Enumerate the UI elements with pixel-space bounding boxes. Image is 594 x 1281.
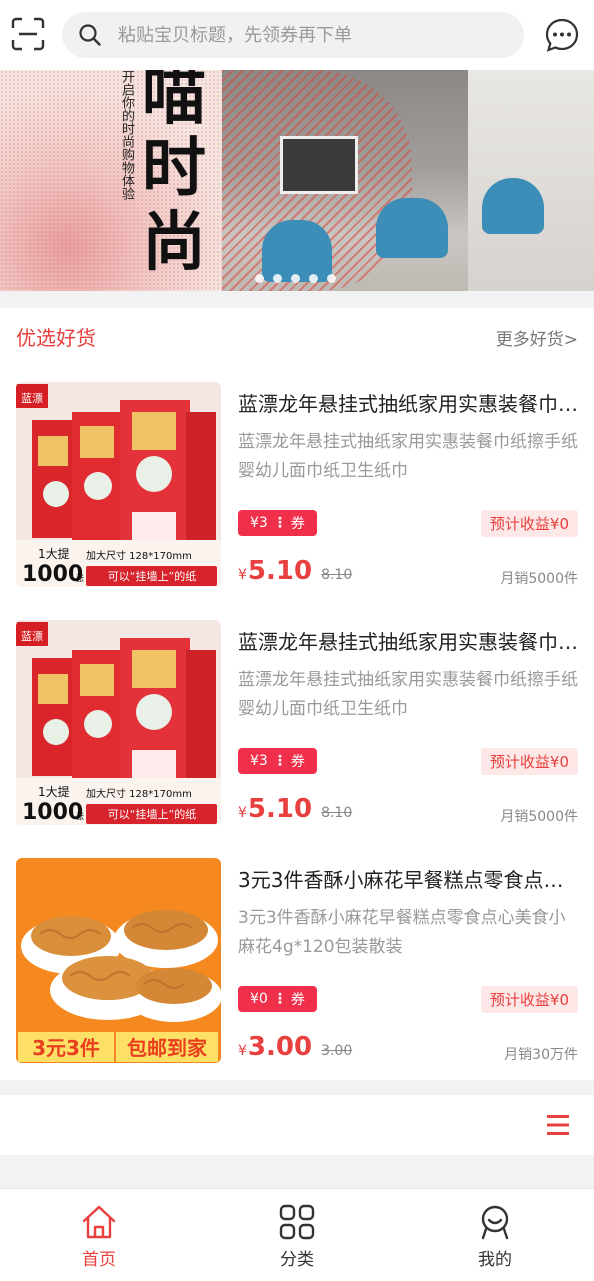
product-card[interactable]: 蓝漂 1大提 1000 张 加大尺寸 128*170mm 可以“挂墙上”的纸 蓝… (0, 604, 594, 842)
earning-badge: 预计收益¥0 (480, 748, 578, 775)
banner-slogan: 开启你的时尚购物体验 (119, 70, 134, 200)
carousel-dot[interactable] (291, 274, 300, 283)
thumb-slogan: 可以“挂墙上”的纸 (108, 807, 196, 821)
monthly-sales: 月销5000件 (500, 571, 578, 587)
coupon-value: ¥3 (250, 753, 268, 769)
coupon-label: 券 (290, 754, 305, 770)
banner-chair (262, 220, 332, 282)
search-bar[interactable] (62, 12, 524, 58)
product-card[interactable]: 蓝漂 1大提 1000 张 加大尺寸 128*170mm 可以“挂墙上”的纸 蓝… (0, 366, 594, 604)
thumb-count-top: 1大提 (38, 546, 70, 561)
earning-badge: 预计收益¥0 (480, 986, 578, 1013)
price: ¥ 3.00 3.00 (238, 1032, 352, 1062)
thumb-count-unit: 张 (76, 812, 84, 821)
coupon-badge[interactable]: ¥3 ⋮ 券 (238, 510, 317, 536)
section-title: 优选好货 (16, 326, 96, 350)
coupon-value: ¥0 (250, 991, 268, 1007)
product-name[interactable]: 3元3件香酥小麻花早餐糕点零食点心美食小麻花4g*120包装散装 (238, 864, 578, 893)
product-desc: 蓝漂龙年悬挂式抽纸家用实惠装餐巾纸擦手纸婴幼儿面巾纸卫生纸巾 (238, 670, 578, 719)
tab-category-label: 分类 (280, 1250, 314, 1270)
carousel-dot[interactable] (309, 274, 318, 283)
product-image[interactable]: 蓝漂 1大提 1000 张 加大尺寸 128*170mm 可以“挂墙上”的纸 (16, 620, 221, 825)
tab-category[interactable]: 分类 (198, 1189, 396, 1281)
coupon-badge[interactable]: ¥3 ⋮ 券 (238, 748, 317, 774)
message-icon[interactable] (544, 17, 580, 53)
thumb-brand: 蓝漂 (21, 630, 43, 643)
home-icon (82, 1205, 116, 1239)
product-image[interactable]: 3元3件 包邮到家 (16, 858, 221, 1063)
thumb-size: 加大尺寸 128*170mm (86, 549, 192, 562)
product-desc: 蓝漂龙年悬挂式抽纸家用实惠装餐巾纸擦手纸婴幼儿面巾纸卫生纸巾 (238, 432, 578, 481)
thumb-count: 1000 (22, 562, 83, 587)
category-icon (279, 1204, 315, 1240)
tab-home-label: 首页 (82, 1250, 116, 1270)
carousel-dot[interactable] (273, 274, 282, 283)
banner-window (468, 70, 594, 291)
product-name[interactable]: 蓝漂龙年悬挂式抽纸家用实惠装餐巾纸擦手纸婴幼儿面巾纸卫生纸巾 (238, 626, 578, 655)
banner-chair (376, 198, 448, 258)
currency-symbol: ¥ (238, 805, 247, 821)
banner-tv (280, 136, 358, 194)
thumb-banner-a: 3元3件 (32, 1036, 100, 1060)
promo-banner[interactable]: 开启你的时尚购物体验 喵 时 尚 (0, 70, 594, 291)
thumb-size: 加大尺寸 128*170mm (86, 787, 192, 800)
thumb-banner-b: 包邮到家 (127, 1036, 208, 1060)
coupon-label: 券 (290, 516, 305, 532)
banner-title-char: 喵 (142, 70, 206, 134)
price: ¥ 5.10 8.10 (238, 794, 352, 824)
thumb-count: 1000 (22, 800, 83, 825)
monthly-sales: 月销5000件 (500, 809, 578, 825)
carousel-dot[interactable] (327, 274, 336, 283)
tab-profile-label: 我的 (478, 1250, 512, 1270)
coupon-divider: ⋮ (272, 753, 287, 769)
product-desc: 3元3件香酥小麻花早餐糕点零食点心美食小麻花4g*120包装散装 (238, 908, 566, 957)
coupon-divider: ⋮ (272, 515, 287, 531)
search-icon (79, 24, 101, 46)
original-price: 8.10 (321, 567, 353, 583)
profile-icon (481, 1205, 509, 1240)
product-name[interactable]: 蓝漂龙年悬挂式抽纸家用实惠装餐巾纸擦手纸婴幼儿面巾纸卫生纸巾 (238, 388, 578, 417)
more-goods-link[interactable]: 更多好货> (496, 325, 578, 350)
product-image[interactable]: 蓝漂 1大提 1000 张 加大尺寸 128*170mm 可以“挂墙上”的纸 (16, 382, 221, 587)
current-price: 5.10 (247, 556, 313, 586)
original-price: 8.10 (321, 805, 353, 821)
currency-symbol: ¥ (238, 1043, 247, 1059)
search-input[interactable] (116, 14, 500, 56)
list-toolbar (0, 1095, 594, 1155)
thumb-slogan: 可以“挂墙上”的纸 (108, 569, 196, 583)
banner-title-char: 尚 (142, 205, 206, 280)
scan-icon[interactable] (10, 16, 46, 52)
current-price: 5.10 (247, 794, 313, 824)
product-card[interactable]: 3元3件 包邮到家 3元3件香酥小麻花早餐糕点零食点心美食小麻花4g*120包装… (0, 842, 594, 1080)
product-list: 蓝漂 1大提 1000 张 加大尺寸 128*170mm 可以“挂墙上”的纸 蓝… (0, 366, 594, 1080)
top-bar (0, 0, 594, 70)
original-price: 3.00 (321, 1043, 353, 1059)
thumb-brand: 蓝漂 (21, 392, 43, 405)
current-price: 3.00 (247, 1032, 313, 1062)
banner-title-char: 时 (142, 131, 206, 206)
currency-symbol: ¥ (238, 567, 247, 583)
carousel-indicator[interactable] (255, 274, 336, 283)
coupon-value: ¥3 (250, 515, 268, 531)
coupon-badge[interactable]: ¥0 ⋮ 券 (238, 986, 317, 1012)
tab-profile[interactable]: 我的 (396, 1189, 594, 1281)
carousel-dot[interactable] (255, 274, 264, 283)
menu-icon[interactable] (547, 1115, 569, 1135)
bottom-tab-bar: 首页 分类 我的 (0, 1188, 594, 1281)
coupon-label: 券 (290, 992, 305, 1008)
earning-badge: 预计收益¥0 (480, 510, 578, 537)
tab-home[interactable]: 首页 (0, 1189, 198, 1281)
monthly-sales: 月销30万件 (504, 1047, 578, 1063)
thumb-count-unit: 张 (76, 574, 84, 583)
section-header: 优选好货 更多好货> (0, 308, 594, 367)
banner-chair (482, 178, 544, 234)
coupon-divider: ⋮ (272, 991, 287, 1007)
thumb-count-top: 1大提 (38, 784, 70, 799)
price: ¥ 5.10 8.10 (238, 556, 352, 586)
